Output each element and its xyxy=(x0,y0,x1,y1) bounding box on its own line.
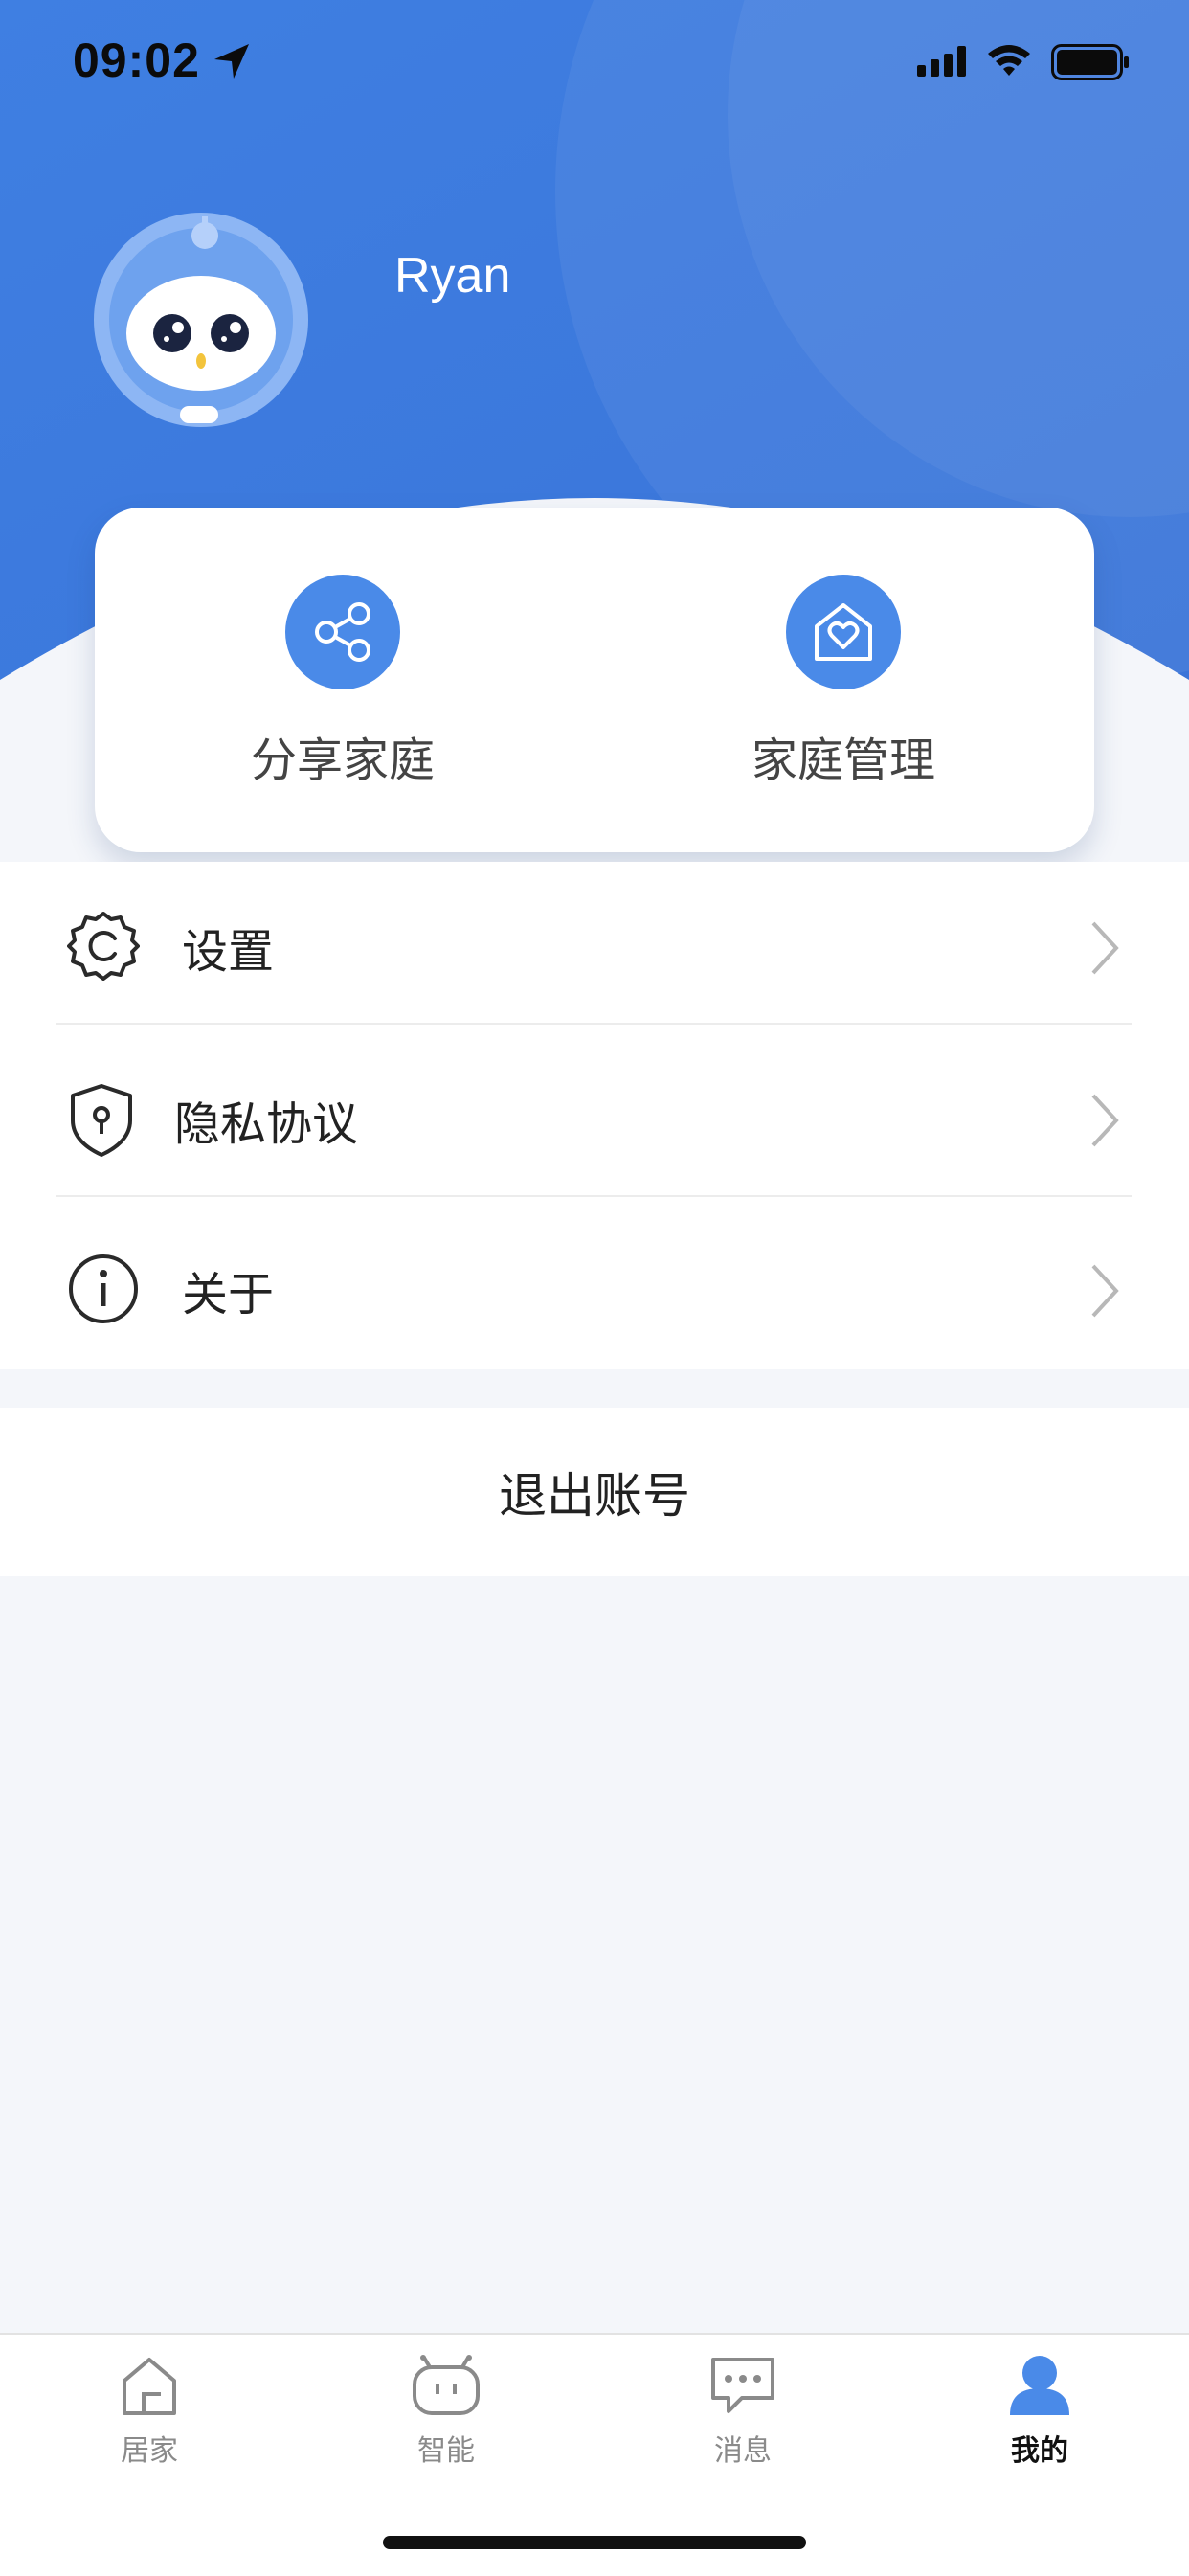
battery-icon xyxy=(1051,44,1129,80)
menu-label-about: 关于 xyxy=(182,1268,275,1322)
status-bar: 09:02 xyxy=(0,0,1189,124)
chevron-right-icon xyxy=(1091,1264,1119,1318)
wifi-icon xyxy=(988,45,1030,76)
status-time: 09:02 xyxy=(73,34,200,87)
tab-smart-label: 智能 xyxy=(417,2434,475,2468)
username: Ryan xyxy=(394,248,511,304)
menu-item-settings[interactable]: 设置 xyxy=(56,862,1132,1032)
tab-home-label: 居家 xyxy=(121,2434,178,2468)
person-icon xyxy=(1010,2356,1069,2415)
home-heart-icon xyxy=(815,603,872,661)
share-family-button[interactable]: 分享家庭 xyxy=(199,575,486,789)
share-icon xyxy=(315,602,370,662)
menu-divider xyxy=(56,1023,1132,1025)
cellular-signal-icon xyxy=(917,46,966,77)
menu-divider xyxy=(56,1195,1132,1197)
logout-label: 退出账号 xyxy=(499,1468,690,1524)
chevron-right-icon xyxy=(1091,1094,1119,1147)
quick-actions-card: 分享家庭 家庭管理 xyxy=(95,508,1094,852)
robot-icon xyxy=(413,2355,480,2415)
share-family-label: 分享家庭 xyxy=(250,734,435,787)
menu-label-settings: 设置 xyxy=(182,925,275,979)
avatar[interactable] xyxy=(92,211,310,429)
tab-mine[interactable]: 我的 xyxy=(953,2354,1126,2469)
menu-label-privacy: 隐私协议 xyxy=(174,1097,359,1151)
home-icon xyxy=(123,2358,176,2415)
message-icon xyxy=(711,2358,774,2413)
family-management-label: 家庭管理 xyxy=(751,734,935,787)
tab-messages-label: 消息 xyxy=(714,2434,772,2468)
menu-item-privacy[interactable]: 隐私协议 xyxy=(56,1034,1132,1205)
tab-mine-label: 我的 xyxy=(1011,2434,1068,2468)
shield-key-icon xyxy=(71,1084,132,1157)
location-arrow-icon xyxy=(214,44,249,79)
logout-button[interactable]: 退出账号 xyxy=(0,1408,1189,1576)
gear-icon xyxy=(67,912,140,981)
info-icon xyxy=(69,1254,138,1323)
family-management-button[interactable]: 家庭管理 xyxy=(700,575,987,789)
menu-item-about[interactable]: 关于 xyxy=(56,1205,1132,1375)
chevron-right-icon xyxy=(1091,921,1119,975)
tab-home[interactable]: 居家 xyxy=(63,2354,236,2469)
tab-smart[interactable]: 智能 xyxy=(360,2354,532,2469)
settings-menu: 设置 隐私协议 关于 xyxy=(0,862,1189,1369)
home-indicator xyxy=(383,2536,806,2549)
tab-messages[interactable]: 消息 xyxy=(657,2354,829,2469)
